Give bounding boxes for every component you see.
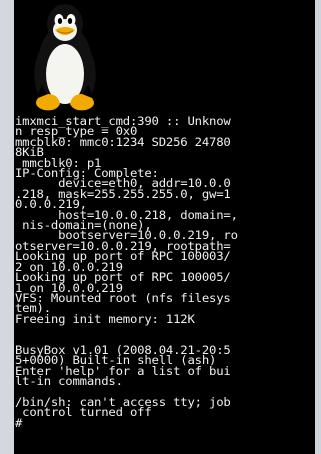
console-line: VFS: Mounted root (nfs filesys — [15, 290, 231, 305]
terminal-screen[interactable]: imxmci_start_cmd:390 :: Unknow n resp_ty… — [14, 0, 315, 454]
boot-logo-area — [14, 0, 315, 116]
left-bezel — [0, 0, 14, 454]
console-line: mmcblk0: mmc0:1234 SD256 24780 — [15, 134, 231, 149]
console-output: imxmci_start_cmd:390 :: Unknow n resp_ty… — [15, 116, 315, 454]
console-line: Freeing init memory: 112K — [15, 311, 195, 326]
right-bezel — [315, 0, 321, 454]
console-line — [15, 324, 315, 334]
shell-prompt[interactable]: # — [15, 417, 315, 429]
console-line: control turned off — [15, 405, 152, 420]
console-line: lt-in commands. — [15, 374, 123, 389]
tux-penguin-icon — [34, 4, 96, 111]
